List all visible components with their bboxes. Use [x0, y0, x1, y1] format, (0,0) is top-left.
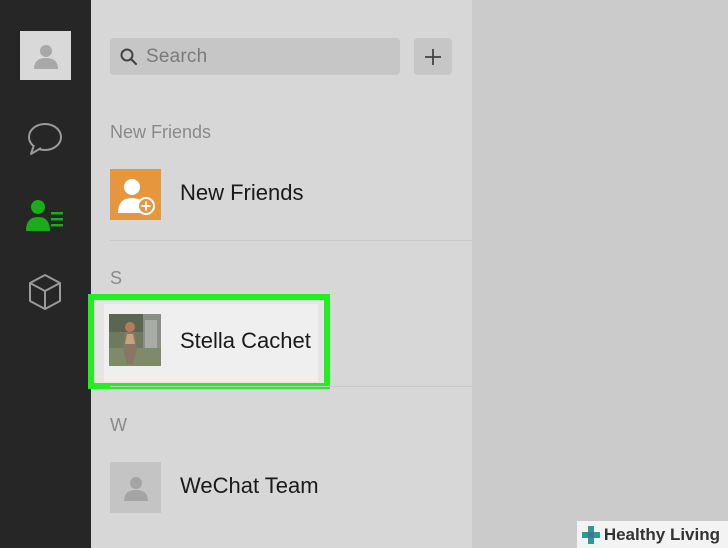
- profile-avatar[interactable]: [20, 31, 71, 80]
- cross-logo-icon: [581, 525, 600, 544]
- divider: [110, 386, 472, 387]
- contact-name: Stella Cachet: [180, 328, 311, 353]
- contact-name: WeChat Team: [180, 473, 319, 498]
- chats-icon[interactable]: [24, 118, 66, 160]
- contacts-icon[interactable]: [24, 194, 66, 236]
- search-placeholder: Search: [146, 45, 208, 67]
- photo-avatar: [109, 314, 161, 366]
- wechat-window: Search New Friends New Friends S Stella …: [0, 0, 728, 548]
- user-silhouette-icon: [33, 44, 58, 69]
- watermark: Healthy Living: [576, 521, 728, 548]
- divider: [110, 240, 472, 241]
- main-content-area: [472, 0, 728, 548]
- contact-name: New Friends: [180, 180, 304, 205]
- section-header-new-friends: New Friends: [110, 122, 212, 142]
- nav-sidebar: [0, 0, 91, 548]
- contact-row-new-friends[interactable]: New Friends: [91, 158, 472, 231]
- contact-row-wechat-team[interactable]: WeChat Team: [91, 451, 472, 524]
- contacts-list-lower: W WeChat Team: [91, 386, 472, 548]
- add-friend-icon: [110, 169, 161, 220]
- add-button[interactable]: [414, 38, 452, 75]
- contact-row-stella-cachet[interactable]: Stella Cachet: [88, 294, 330, 389]
- default-avatar-icon: [110, 462, 161, 513]
- search-input[interactable]: Search: [110, 38, 400, 75]
- section-header-s: S: [110, 268, 123, 288]
- favorites-cube-icon[interactable]: [24, 271, 66, 313]
- watermark-text: Healthy Living: [603, 524, 720, 544]
- plus-icon: [425, 48, 441, 65]
- search-icon: [120, 48, 138, 65]
- section-header-w: W: [110, 415, 127, 435]
